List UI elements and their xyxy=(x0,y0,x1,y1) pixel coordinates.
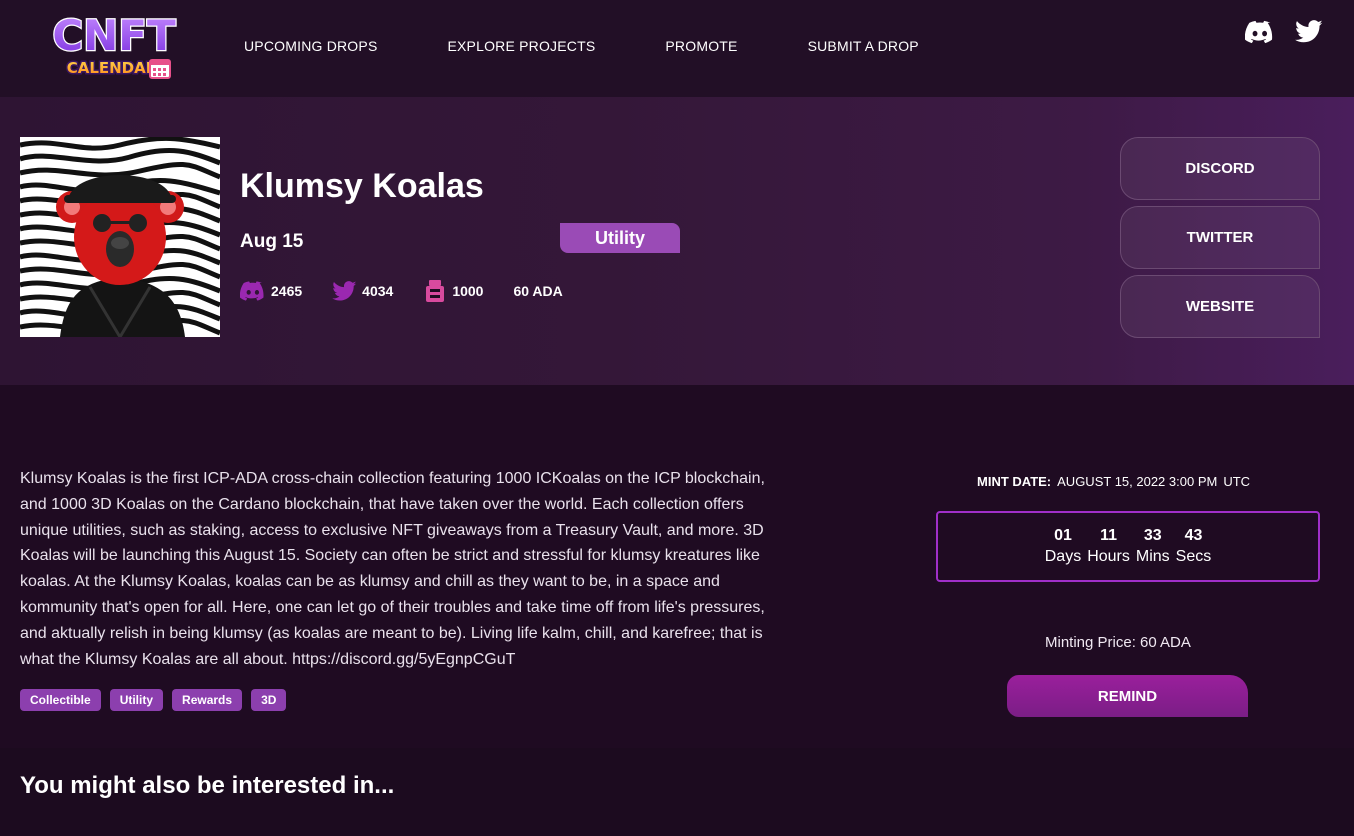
countdown-hours: 11 Hours xyxy=(1087,526,1130,568)
logo-text-top: CNFT xyxy=(52,11,176,60)
remind-button[interactable]: REMIND xyxy=(1007,675,1248,717)
countdown-days-value: 01 xyxy=(1054,526,1072,544)
nav-submit-a-drop[interactable]: SUBMIT A DROP xyxy=(808,38,919,54)
twitter-icon[interactable] xyxy=(1294,20,1324,44)
nav-promote[interactable]: PROMOTE xyxy=(665,38,737,54)
nav-explore-projects[interactable]: EXPLORE PROJECTS xyxy=(447,38,595,54)
supply-count: 1000 xyxy=(452,283,484,299)
discord-link-button[interactable]: DISCORD xyxy=(1120,137,1320,200)
project-stats: 2465 4034 1000 60 ADA xyxy=(240,280,593,302)
discord-icon xyxy=(240,281,264,301)
tag-3d[interactable]: 3D xyxy=(251,689,287,711)
nav-upcoming-drops[interactable]: UPCOMING DROPS xyxy=(244,38,377,54)
project-avatar xyxy=(20,137,220,337)
countdown-secs-label: Secs xyxy=(1175,547,1212,565)
category-badge: Utility xyxy=(560,223,680,253)
top-nav: CNFT CALENDAR UPCOMING DROPS EXPLORE PRO… xyxy=(0,0,1354,97)
mint-date: MINT DATE: AUGUST 15, 2022 3:00 PM UTC xyxy=(977,474,1250,489)
twitter-link-button[interactable]: TWITTER xyxy=(1120,206,1320,269)
countdown-days: 01 Days xyxy=(1045,526,1081,568)
twitter-count: 4034 xyxy=(362,283,394,299)
related-heading: You might also be interested in... xyxy=(20,772,395,799)
website-link-button[interactable]: WEBSITE xyxy=(1120,275,1320,338)
tag-rewards[interactable]: Rewards xyxy=(172,689,243,711)
project-tags: Collectible Utility Rewards 3D xyxy=(20,689,295,711)
countdown-hours-label: Hours xyxy=(1087,547,1130,565)
nft-supply-icon xyxy=(426,280,445,302)
mint-date-value: AUGUST 15, 2022 3:00 PM xyxy=(1057,474,1218,489)
countdown-days-label: Days xyxy=(1044,547,1082,565)
mint-date-label: MINT DATE: xyxy=(977,474,1052,489)
project-title: Klumsy Koalas xyxy=(240,167,484,205)
cnft-calendar-logo[interactable]: CNFT CALENDAR xyxy=(26,10,202,82)
drop-date: Aug 15 xyxy=(240,231,304,252)
countdown-hours-value: 11 xyxy=(1100,526,1117,544)
project-description: Klumsy Koalas is the first ICP-ADA cross… xyxy=(20,470,765,668)
tag-utility[interactable]: Utility xyxy=(109,689,164,711)
discord-count: 2465 xyxy=(271,283,303,299)
countdown-timer: 01 Days 11 Hours 33 Mins 43 Secs xyxy=(936,511,1320,582)
main-nav-links: UPCOMING DROPS EXPLORE PROJECTS PROMOTE … xyxy=(244,38,989,54)
countdown-secs: 43 Secs xyxy=(1176,526,1212,568)
discord-icon[interactable] xyxy=(1245,20,1275,44)
twitter-followers-stat: 4034 xyxy=(332,280,394,302)
countdown-mins: 33 Mins xyxy=(1136,526,1170,568)
logo-text-bottom: CALENDAR xyxy=(67,59,158,77)
countdown-secs-value: 43 xyxy=(1184,526,1203,544)
minting-price: Minting Price: 60 ADA xyxy=(1045,634,1191,651)
tag-collectible[interactable]: Collectible xyxy=(20,689,101,711)
countdown-mins-label: Mins xyxy=(1135,547,1170,565)
supply-stat: 1000 xyxy=(423,280,483,302)
price-stat: 60 ADA xyxy=(513,283,562,299)
project-links: DISCORD TWITTER WEBSITE xyxy=(1120,137,1320,344)
discord-members-stat: 2465 xyxy=(240,281,302,301)
twitter-icon xyxy=(332,280,357,301)
project-hero: Klumsy Koalas Aug 15 Utility 2465 4034 1… xyxy=(0,97,1354,385)
mint-timezone: UTC xyxy=(1223,474,1251,489)
countdown-mins-value: 33 xyxy=(1143,526,1162,544)
price-value: 60 ADA xyxy=(513,283,563,299)
